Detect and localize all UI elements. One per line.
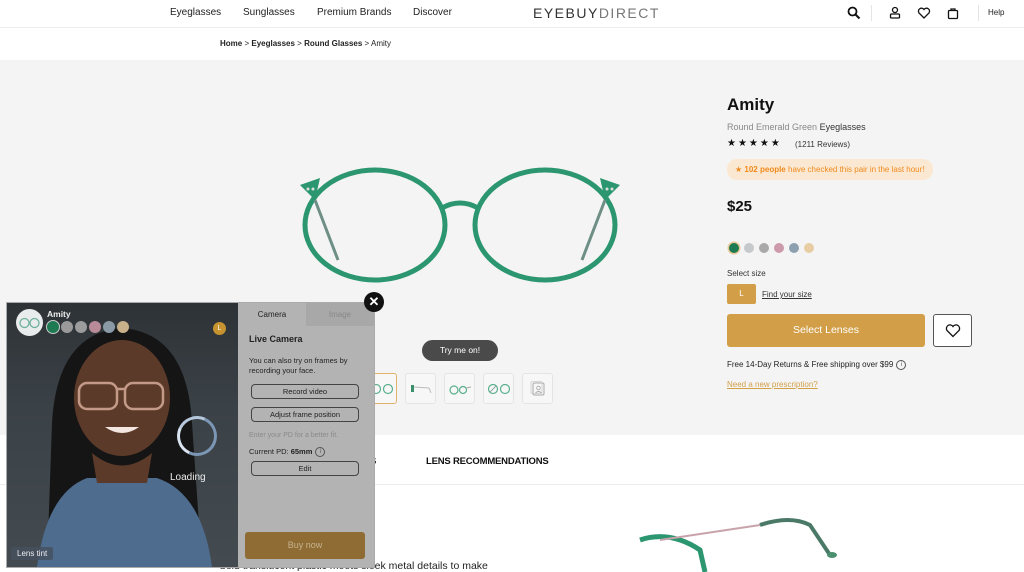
nav-sunglasses[interactable]: Sunglasses [243, 7, 295, 18]
size-label: Select size [727, 269, 766, 278]
try-on-color-swatch[interactable] [47, 321, 59, 333]
tab-camera[interactable]: Camera [238, 303, 306, 326]
reviews-count[interactable]: (1211 Reviews) [795, 140, 850, 149]
info-icon[interactable]: i [315, 447, 326, 458]
current-pd: Current PD: 65mm i [249, 447, 326, 458]
size-chip[interactable]: L [213, 322, 226, 335]
product-price: $25 [727, 198, 753, 215]
popularity-text: have checked this pair in the last hour! [785, 165, 925, 174]
prescription-link[interactable]: Need a new prescription? [727, 380, 818, 389]
breadcrumb-current: Amity [371, 39, 392, 48]
nav-discover[interactable]: Discover [413, 7, 452, 18]
breadcrumb-round-glasses[interactable]: Round Glasses [304, 39, 362, 48]
pd-label: Current PD: [249, 447, 291, 456]
live-camera-description: You can also try on frames by recording … [249, 356, 348, 375]
top-navigation: Eyeglasses Sunglasses Premium Brands Dis… [0, 0, 1024, 28]
color-swatch[interactable] [774, 243, 784, 253]
size-option-l[interactable]: L [727, 284, 756, 304]
popularity-count: 102 people [744, 165, 786, 174]
tab-lens-recommendations[interactable]: LENS RECOMMENDATIONS [426, 456, 549, 467]
thumbnail-side[interactable] [405, 373, 436, 404]
rating-stars: ★★★★★ [727, 138, 782, 149]
camera-view: Amity L Loading Lens tint [7, 303, 238, 567]
product-type: Eyeglasses [819, 122, 866, 132]
virtual-try-on-modal: Amity L Loading Lens tint Camera Image L… [7, 303, 374, 567]
try-on-frame-name: Amity [47, 309, 71, 319]
brand-logo[interactable]: EYEBUYDIRECT [533, 5, 660, 21]
account-icon[interactable] [888, 6, 902, 20]
try-me-on-button[interactable]: Try me on! [422, 340, 498, 361]
frame-thumbnail [16, 309, 43, 336]
find-your-size-link[interactable]: Find your size [762, 290, 812, 299]
buy-now-button[interactable]: Buy now [245, 532, 365, 559]
pd-value: 65mm [290, 447, 313, 456]
breadcrumb-separator: > [294, 39, 305, 48]
color-swatches [729, 240, 819, 258]
record-video-button[interactable]: Record video [251, 384, 359, 399]
close-icon[interactable]: ✕ [364, 292, 384, 312]
search-icon[interactable] [847, 6, 861, 20]
popularity-badge: ★ 102 people have checked this pair in t… [727, 159, 933, 180]
thumbnail-angle[interactable] [444, 373, 475, 404]
nav-divider [871, 5, 872, 21]
logo-light: DIRECT [598, 5, 660, 21]
logo-main: EYEBUY [533, 5, 599, 21]
product-image-front [300, 167, 620, 283]
shipping-info: Free 14-Day Returns & Free shipping over… [727, 360, 907, 370]
color-swatch[interactable] [729, 243, 739, 253]
shipping-text: Free 14-Day Returns & Free shipping over… [727, 360, 894, 370]
try-on-panel: Camera Image Live Camera You can also tr… [238, 303, 374, 567]
heart-icon [945, 324, 961, 338]
thumbnail-front-angle[interactable] [483, 373, 514, 404]
heart-icon[interactable] [917, 6, 931, 20]
color-swatch[interactable] [744, 243, 754, 253]
try-on-color-swatch[interactable] [103, 321, 115, 333]
nav-premium-brands[interactable]: Premium Brands [317, 7, 391, 18]
breadcrumb-eyeglasses[interactable]: Eyeglasses [251, 39, 295, 48]
nav-eyeglasses[interactable]: Eyeglasses [170, 7, 221, 18]
product-image-side [639, 518, 837, 572]
thumbnail-photo-try-on[interactable] [522, 373, 553, 404]
info-icon[interactable]: i [896, 360, 907, 370]
try-on-color-swatch[interactable] [61, 321, 73, 333]
breadcrumb-separator: > [362, 39, 372, 48]
try-on-color-swatch[interactable] [117, 321, 129, 333]
edit-pd-button[interactable]: Edit [251, 461, 359, 476]
breadcrumb: Home > Eyeglasses > Round Glasses > Amit… [220, 39, 391, 48]
adjust-frame-position-button[interactable]: Adjust frame position [251, 407, 359, 422]
breadcrumb-separator: > [242, 39, 252, 48]
star-icon: ★ [735, 165, 745, 174]
product-color-shape: Round Emerald Green [727, 122, 820, 132]
color-swatch[interactable] [804, 243, 814, 253]
color-swatch[interactable] [789, 243, 799, 253]
nav-divider [978, 5, 979, 21]
try-on-color-swatch[interactable] [89, 321, 101, 333]
try-on-color-swatches [47, 320, 131, 338]
color-swatch[interactable] [759, 243, 769, 253]
bag-icon[interactable] [946, 6, 960, 20]
help-link[interactable]: Help [988, 8, 1004, 17]
live-camera-heading: Live Camera [249, 334, 303, 344]
lens-tint-button[interactable]: Lens tint [11, 547, 54, 560]
loading-text: Loading [170, 472, 206, 483]
product-subtitle: Round Emerald Green Eyeglasses [727, 122, 866, 132]
add-to-favorites-button[interactable] [933, 314, 972, 347]
select-lenses-button[interactable]: Select Lenses [727, 314, 925, 347]
tab-image[interactable]: Image [306, 303, 374, 326]
pd-hint: Enter your PD for a better fit. [249, 432, 339, 439]
product-title: Amity [727, 95, 775, 114]
try-on-color-swatch[interactable] [75, 321, 87, 333]
breadcrumb-home[interactable]: Home [220, 39, 242, 48]
